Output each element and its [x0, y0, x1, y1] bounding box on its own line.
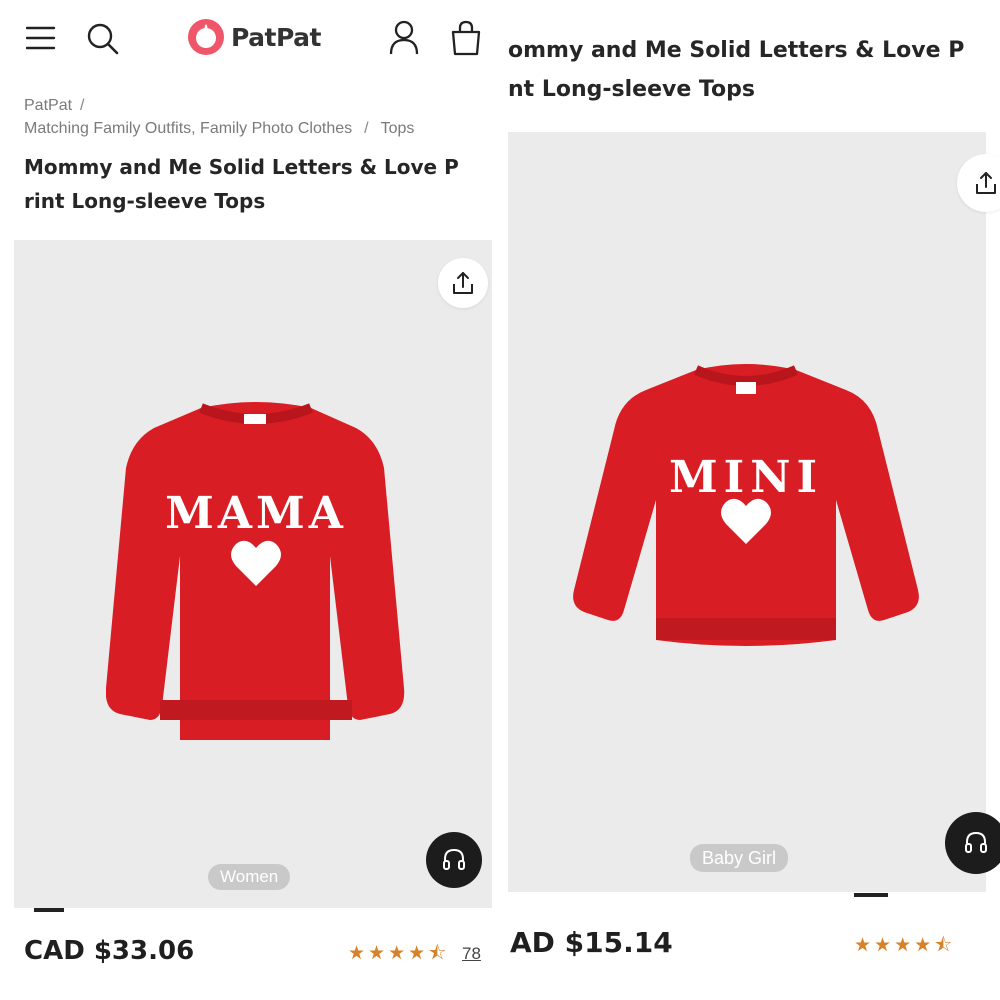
headset-icon: [443, 848, 465, 870]
star-icon: ★: [854, 935, 872, 956]
star-icon: ★: [914, 935, 932, 956]
half-star-icon: ⯪: [934, 935, 953, 956]
product-title-line-2: nt Long-sleeve Tops: [508, 77, 755, 102]
product-image-gallery[interactable]: MINI Baby Girl: [508, 132, 1000, 892]
product-title-line-1: Mommy and Me Solid Letters & Love P: [24, 155, 459, 179]
product-image-women-sweater: MAMA: [106, 402, 405, 740]
star-icon: ★: [894, 935, 912, 956]
rating-stars: ★ ★ ★ ★ ⯪: [854, 936, 952, 955]
product-price: AD $15.14: [510, 926, 673, 959]
breadcrumb-link-tops[interactable]: Tops: [381, 120, 415, 137]
share-button[interactable]: [957, 154, 1000, 212]
star-icon: ★: [388, 943, 406, 964]
breadcrumb-separator: /: [80, 97, 85, 114]
share-icon: [453, 272, 473, 294]
rating-stars: ★ ★ ★ ★ ⯪: [348, 944, 446, 963]
product-image-gallery[interactable]: MAMA Women: [14, 240, 492, 908]
top-navigation-bar: PatPat: [0, 0, 500, 80]
product-title-line-2: rint Long-sleeve Tops: [24, 189, 266, 213]
right-screenshot-panel: ommy and Me Solid Letters & Love P nt Lo…: [500, 0, 1000, 1000]
breadcrumb-link-matching-family-outfits[interactable]: Matching Family Outfits, Family Photo Cl…: [24, 120, 352, 137]
breadcrumb: PatPat / Matching Family Outfits, Family …: [24, 94, 414, 140]
customer-support-button[interactable]: [426, 832, 482, 888]
shopping-bag-icon[interactable]: [448, 20, 484, 56]
left-screenshot-panel: PatPat PatPat / Matching Family Outfits, …: [0, 0, 500, 1000]
product-price: CAD $33.06: [24, 936, 195, 966]
breadcrumb-link-patpat[interactable]: PatPat: [24, 97, 72, 114]
star-icon: ★: [368, 943, 386, 964]
star-icon: ★: [348, 943, 366, 964]
patpat-logo-icon: [188, 19, 224, 55]
product-title-line-1: ommy and Me Solid Letters & Love P: [508, 38, 965, 63]
brand-name: PatPat: [231, 22, 321, 52]
size-category-chip: Women: [208, 864, 291, 890]
star-icon: ★: [408, 943, 426, 964]
product-title: ommy and Me Solid Letters & Love P nt Lo…: [508, 31, 998, 109]
sweater-print-text: MAMA: [165, 488, 347, 539]
product-image-baby-sweater: MINI: [573, 364, 919, 646]
gallery-page-indicator: [854, 893, 888, 897]
half-star-icon: ⯪: [428, 943, 447, 964]
breadcrumb-separator: /: [364, 120, 369, 137]
share-button[interactable]: [438, 258, 488, 308]
customer-support-button[interactable]: [945, 812, 1000, 874]
product-title: Mommy and Me Solid Letters & Love P rint…: [24, 150, 494, 218]
user-icon[interactable]: [388, 20, 420, 56]
size-category-chip: Baby Girl: [690, 844, 789, 872]
patpat-logo[interactable]: PatPat: [187, 18, 321, 56]
headset-icon: [965, 831, 987, 853]
review-count-link[interactable]: 78: [462, 944, 481, 964]
gallery-page-indicator: [34, 908, 64, 912]
star-icon: ★: [874, 935, 892, 956]
search-icon[interactable]: [86, 22, 120, 56]
share-icon: [976, 172, 996, 194]
hamburger-menu-icon[interactable]: [26, 26, 56, 50]
sweater-print-text: MINI: [669, 452, 823, 503]
